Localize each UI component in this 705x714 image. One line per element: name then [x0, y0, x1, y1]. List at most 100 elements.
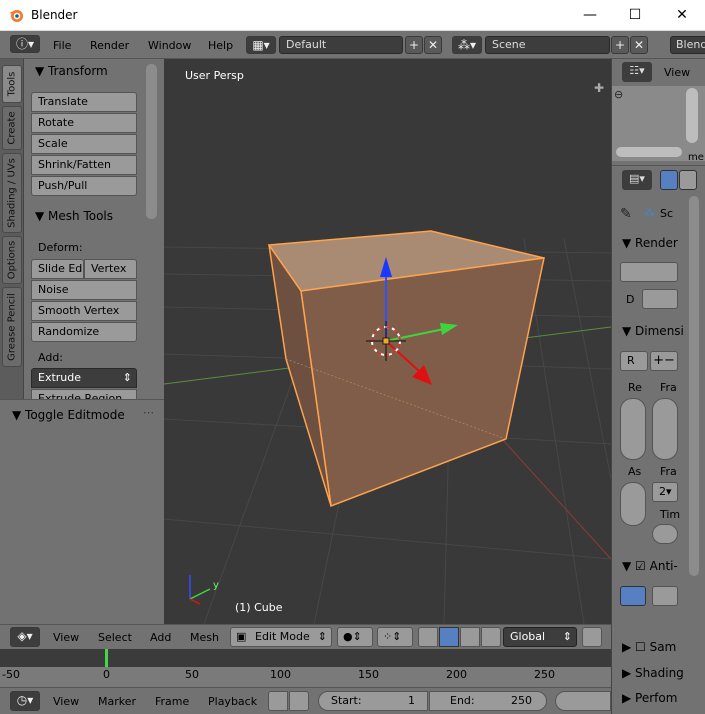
shading-dropdown[interactable]: ●⇕: [337, 627, 373, 647]
outliner-view-menu[interactable]: View: [664, 66, 690, 79]
layout-add-button[interactable]: +: [405, 36, 423, 54]
3d-view-editor-icon[interactable]: ◈▾: [10, 627, 40, 647]
frame-range-fields[interactable]: [652, 398, 678, 460]
aspect-fields[interactable]: [620, 482, 646, 526]
marker-menu[interactable]: Marker: [98, 695, 136, 708]
transform-panel-header[interactable]: ▼ Transform: [35, 64, 108, 78]
timeline-editor-icon[interactable]: ◷▾: [10, 691, 40, 711]
close-button[interactable]: ✕: [659, 0, 705, 31]
3d-viewport[interactable]: User Persp y (1) Cube ✚: [164, 59, 611, 624]
outliner-area[interactable]: ⊖ me: [612, 86, 705, 163]
slide-edge-button[interactable]: Slide Ed: [31, 259, 84, 279]
timeline-strip[interactable]: [0, 649, 611, 667]
playback-menu[interactable]: Playback: [208, 695, 257, 708]
layout-delete-button[interactable]: ✕: [424, 36, 442, 54]
pin-icon[interactable]: ✎: [620, 206, 632, 222]
maximize-button[interactable]: ☐: [612, 0, 658, 31]
tab-shading-uvs[interactable]: Shading / UVs: [2, 153, 22, 233]
keying-lock-icon[interactable]: [289, 691, 309, 711]
current-frame-field[interactable]: [555, 691, 611, 711]
timeline-view-menu[interactable]: View: [53, 695, 79, 708]
record-icon[interactable]: [268, 691, 288, 711]
tab-tools[interactable]: Tools: [2, 65, 22, 103]
resolution-fields[interactable]: [620, 398, 646, 460]
properties-editor-icon[interactable]: ▤▾: [622, 170, 652, 190]
slide-vertex-button[interactable]: Vertex: [84, 259, 137, 279]
rotate-button[interactable]: Rotate: [31, 113, 137, 133]
translate-button[interactable]: Translate: [31, 92, 137, 112]
preset-add-remove-buttons[interactable]: +−: [650, 351, 678, 371]
mesh-tools-panel-header[interactable]: ▼ Mesh Tools: [35, 209, 113, 223]
outliner-vscroll[interactable]: [686, 88, 698, 143]
render-tab-icon[interactable]: [660, 170, 678, 190]
smooth-vertex-button[interactable]: Smooth Vertex: [31, 301, 137, 321]
scale-button[interactable]: Scale: [31, 134, 137, 154]
performance-panel-header[interactable]: ▶ Perfom: [622, 691, 677, 705]
collapse-icon[interactable]: ⊖: [614, 88, 623, 101]
start-frame-field[interactable]: Start: 1: [318, 691, 428, 711]
layers-icon[interactable]: [582, 627, 602, 647]
shrink-fatten-button[interactable]: Shrink/Fatten: [31, 155, 137, 175]
scene-icon[interactable]: ⁂▾: [452, 36, 482, 54]
tool-shelf-scrollbar[interactable]: [146, 64, 157, 219]
timeline-area[interactable]: -50 0 50 100 150 200 250: [0, 649, 611, 687]
shading-panel-header[interactable]: ▶ Shading: [622, 666, 684, 680]
menu-window[interactable]: Window: [148, 39, 191, 52]
end-frame-field[interactable]: End: 250: [429, 691, 547, 711]
scale-manipulator-icon[interactable]: [481, 627, 501, 647]
layers-tab-icon[interactable]: [679, 170, 697, 190]
anti-aliasing-label: Anti-: [649, 559, 678, 573]
anti-aliasing-checkbox[interactable]: ☑: [635, 559, 646, 573]
render-engine-field[interactable]: Blend: [670, 36, 705, 54]
aa-samples-toggle[interactable]: [620, 586, 646, 606]
tab-grease-pencil[interactable]: Grease Pencil: [2, 287, 22, 367]
scene-add-button[interactable]: +: [611, 36, 629, 54]
menu-file[interactable]: File: [53, 39, 71, 52]
render-panel-header[interactable]: ▼ Render: [622, 236, 678, 250]
sampling-panel-header[interactable]: ▶ ☐ Sam: [622, 640, 676, 654]
mesh-menu[interactable]: Mesh: [190, 631, 219, 644]
menu-render[interactable]: Render: [90, 39, 129, 52]
select-menu[interactable]: Select: [98, 631, 132, 644]
manipulator-toggle-icon[interactable]: [418, 627, 438, 647]
translate-manipulator-icon[interactable]: [439, 627, 459, 647]
mode-dropdown[interactable]: ▣ Edit Mode ⇕: [230, 627, 332, 647]
render-buttons-row[interactable]: [620, 262, 678, 282]
drag-handle-icon[interactable]: ⋯: [143, 406, 154, 419]
toggle-editmode-header[interactable]: ▼ Toggle Editmode: [12, 408, 125, 422]
frame-rate-dropdown[interactable]: 2▾: [652, 482, 678, 502]
menu-help[interactable]: Help: [208, 39, 233, 52]
render-preset-dropdown[interactable]: R: [620, 351, 648, 371]
frame-menu[interactable]: Frame: [155, 695, 189, 708]
screen-layout-icon[interactable]: ▦▾: [246, 36, 276, 54]
cube-mesh[interactable]: [267, 230, 545, 508]
anti-aliasing-panel-header[interactable]: ▼ ☑ Anti-: [622, 559, 678, 573]
randomize-button[interactable]: Randomize: [31, 322, 137, 342]
outliner-hscroll[interactable]: [616, 147, 682, 157]
aa-filter-dropdown[interactable]: [652, 586, 678, 606]
scene-delete-button[interactable]: ✕: [630, 36, 648, 54]
orientation-dropdown[interactable]: Global ⇕: [503, 627, 577, 647]
pivot-dropdown[interactable]: ⁘⇕: [377, 627, 413, 647]
info-editor-icon[interactable]: ⓘ▾: [10, 35, 40, 53]
dimensions-panel-header[interactable]: ▼ Dimensi: [622, 324, 684, 338]
layout-field[interactable]: Default: [279, 36, 403, 54]
scene-field[interactable]: Scene: [485, 36, 610, 54]
extrude-dropdown[interactable]: Extrude ⇕: [31, 368, 137, 388]
current-frame-indicator[interactable]: [105, 649, 108, 667]
noise-button[interactable]: Noise: [31, 280, 137, 300]
properties-scrollbar[interactable]: [689, 196, 699, 576]
sampling-checkbox[interactable]: ☐: [635, 640, 646, 654]
rotate-manipulator-icon[interactable]: [460, 627, 480, 647]
view-menu[interactable]: View: [53, 631, 79, 644]
extrude-region-button[interactable]: Extrude Region: [31, 389, 137, 399]
minimize-button[interactable]: —: [567, 0, 613, 31]
properties-toggle-icon[interactable]: ✚: [594, 81, 604, 95]
time-remap-field[interactable]: [652, 524, 678, 544]
add-menu[interactable]: Add: [150, 631, 171, 644]
tab-create[interactable]: Create: [2, 106, 22, 150]
tab-options[interactable]: Options: [2, 236, 22, 284]
outliner-editor-icon[interactable]: ☷▾: [622, 62, 652, 82]
push-pull-button[interactable]: Push/Pull: [31, 176, 137, 196]
display-dropdown[interactable]: [642, 289, 678, 309]
